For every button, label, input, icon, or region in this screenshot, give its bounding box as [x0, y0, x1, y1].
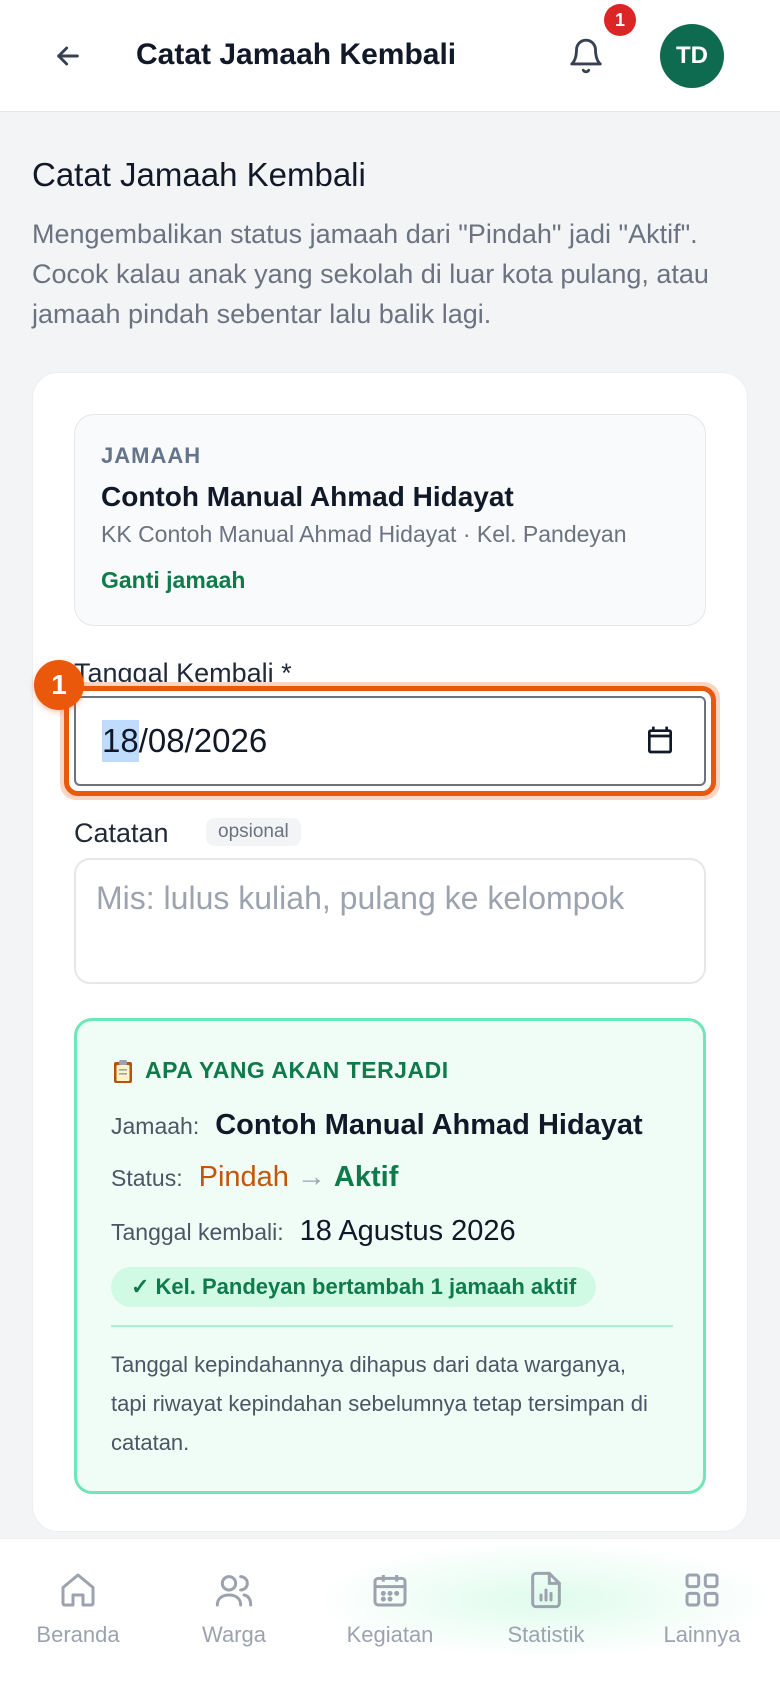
- preview-jamaah-row: Jamaah: Contoh Manual Ahmad Hidayat: [111, 1109, 643, 1142]
- preview-box: APA YANG AKAN TERJADI Jamaah: Contoh Man…: [74, 1018, 706, 1494]
- preview-status-row: Status: Pindah → Aktif: [111, 1161, 398, 1194]
- header-title: Catat Jamaah Kembali: [136, 38, 457, 71]
- chart-icon: [531, 1571, 561, 1609]
- jamaah-section-label: JAMAAH: [101, 443, 202, 468]
- preview-jamaah-key: Jamaah:: [111, 1113, 200, 1139]
- preview-date-key: Tanggal kembali:: [111, 1219, 284, 1245]
- nav-item-warga[interactable]: Warga: [169, 1570, 299, 1648]
- change-jamaah-link[interactable]: Ganti jamaah: [101, 567, 245, 594]
- nav-label: Lainnya: [663, 1622, 741, 1647]
- step-number-badge: 1: [34, 660, 84, 710]
- back-button[interactable]: [44, 32, 92, 80]
- nav-label: Beranda: [36, 1622, 120, 1647]
- preview-note: Tanggal kepindahannya dihapus dari data …: [111, 1352, 648, 1455]
- note-textarea[interactable]: Mis: lulus kuliah, pulang ke kelompok: [74, 858, 706, 984]
- nav-label: Warga: [202, 1622, 266, 1647]
- calendar-icon: [373, 1575, 407, 1607]
- notification-count-badge: 1: [604, 4, 636, 36]
- status-from: Pindah: [198, 1161, 289, 1193]
- preview-heading-text: APA YANG AKAN TERJADI: [145, 1057, 449, 1083]
- avatar[interactable]: TD: [660, 24, 724, 88]
- bell-icon: [570, 38, 602, 74]
- nav-item-kegiatan[interactable]: Kegiatan: [325, 1570, 455, 1648]
- page-description: Mengembalikan status jamaah dari "Pindah…: [32, 219, 709, 329]
- calendar-picker-icon[interactable]: [644, 724, 676, 756]
- result-pill: ✓ Kel. Pandeyan bertambah 1 jamaah aktif: [111, 1267, 597, 1307]
- optional-tag: opsional: [206, 818, 301, 846]
- page-title: Catat Jamaah Kembali: [32, 156, 366, 193]
- jamaah-kk-info: KK Contoh Manual Ahmad Hidayat · Kel. Pa…: [101, 521, 627, 547]
- arrow-right-icon: →: [296, 1161, 326, 1193]
- nav-label: Kegiatan: [346, 1622, 434, 1647]
- nav-item-statistik[interactable]: Statistik: [481, 1570, 611, 1648]
- users-icon: [215, 1575, 253, 1607]
- notifications-button[interactable]: [562, 32, 610, 80]
- nav-label: Statistik: [507, 1622, 585, 1647]
- home-icon: [61, 1573, 95, 1607]
- nav-item-lainnya[interactable]: Lainnya: [637, 1570, 767, 1648]
- nav-item-beranda[interactable]: Beranda: [13, 1570, 143, 1648]
- preview-status-key: Status:: [111, 1165, 183, 1191]
- preview-date-row: Tanggal kembali: 18 Agustus 2026: [111, 1215, 516, 1248]
- grid-icon: [685, 1573, 719, 1607]
- date-day-segment[interactable]: 18: [102, 720, 139, 762]
- arrow-left-icon: [57, 46, 79, 66]
- jamaah-name: Contoh Manual Ahmad Hidayat: [101, 481, 514, 512]
- status-to: Aktif: [333, 1161, 399, 1193]
- preview-jamaah-value: Contoh Manual Ahmad Hidayat: [215, 1109, 643, 1141]
- divider: [111, 1325, 673, 1327]
- return-date-input[interactable]: 18/08/2026: [74, 696, 706, 786]
- date-month-year-segment[interactable]: /08/2026: [139, 722, 267, 760]
- clipboard-icon: [114, 1059, 132, 1083]
- selected-jamaah-box: JAMAAH Contoh Manual Ahmad Hidayat KK Co…: [74, 414, 706, 626]
- note-field-label: Catatan: [74, 818, 169, 848]
- preview-heading: APA YANG AKAN TERJADI: [111, 1057, 449, 1084]
- preview-date-value: 18 Agustus 2026: [299, 1215, 516, 1247]
